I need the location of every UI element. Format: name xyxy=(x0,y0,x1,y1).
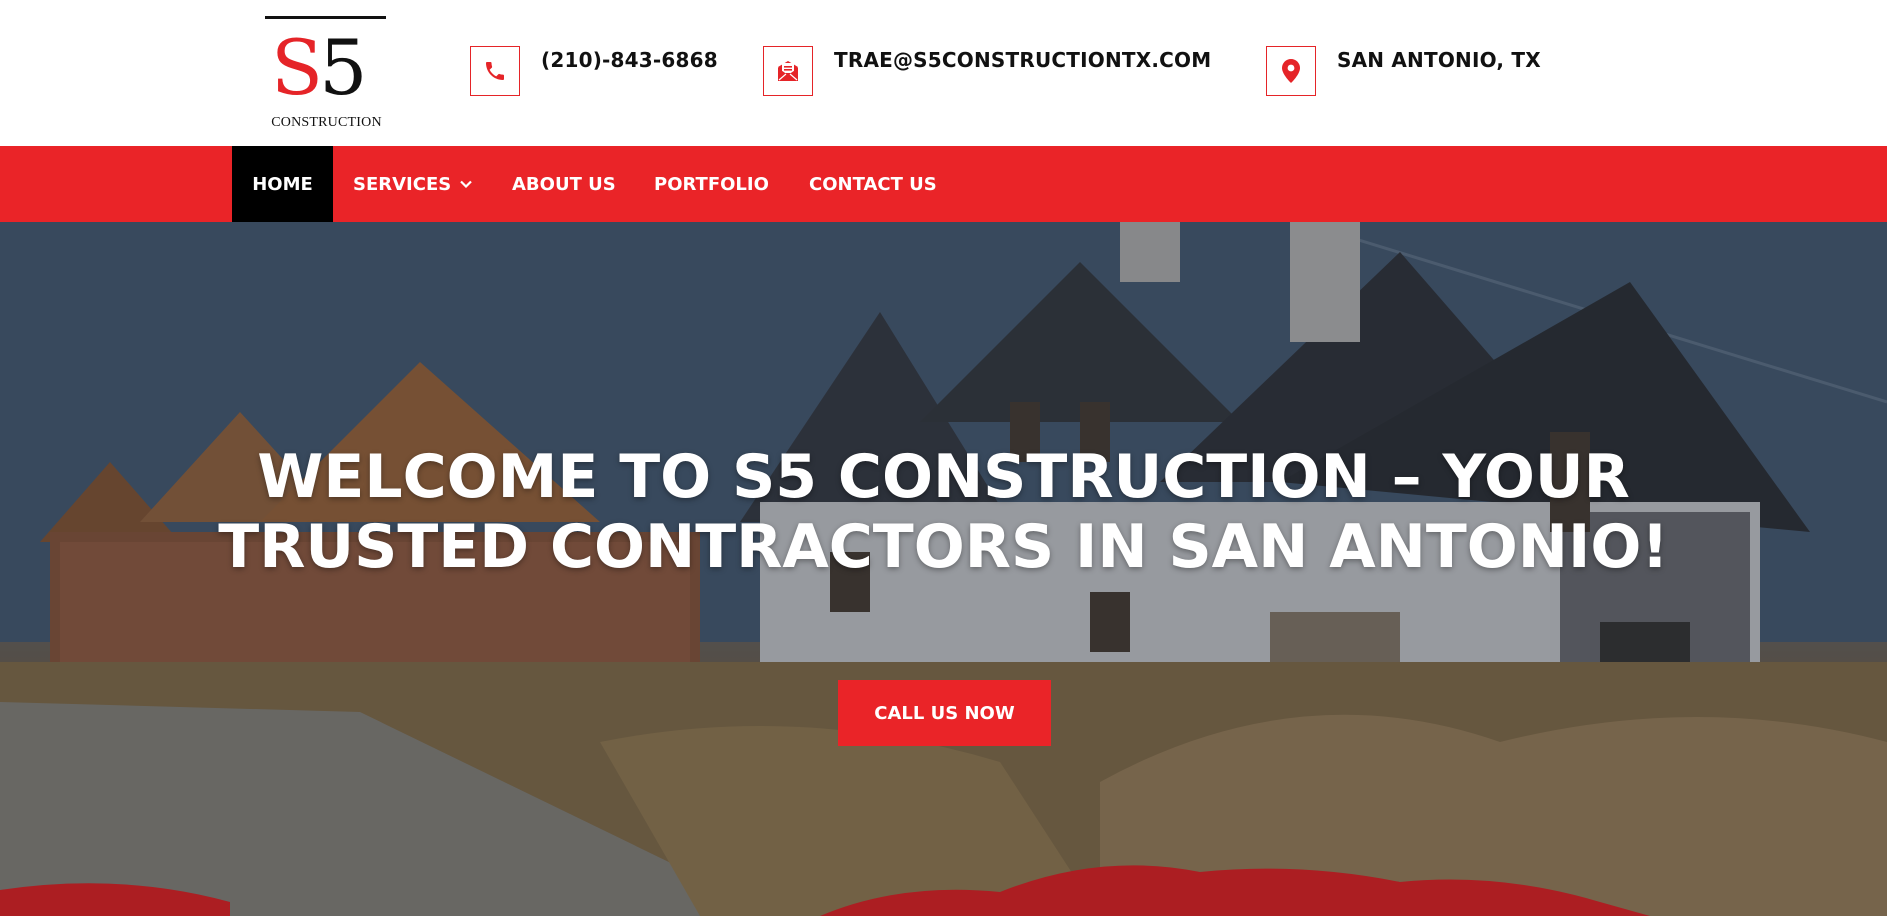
map-pin-icon xyxy=(1266,46,1316,96)
hero-title: WELCOME TO S5 CONSTRUCTION – YOUR TRUSTE… xyxy=(218,442,1669,582)
header-location-text: SAN ANTONIO, TX xyxy=(1337,48,1541,72)
logo-rule xyxy=(265,16,386,19)
logo-wordmark: CONSTRUCTION xyxy=(271,115,382,130)
logo-mark: S5 xyxy=(271,23,367,112)
header-phone-text: (210)-843-6868 xyxy=(541,48,718,72)
phone-icon xyxy=(470,46,520,96)
site-logo[interactable]: S5 CONSTRUCTION xyxy=(263,16,387,132)
top-header: S5 CONSTRUCTION (210)-843-6868 TRAE@S5CO… xyxy=(0,0,1887,146)
nav-item-label: ABOUT US xyxy=(512,173,616,195)
nav-item-label: SERVICES xyxy=(353,173,452,195)
nav-item-services[interactable]: SERVICES xyxy=(353,146,472,222)
nav-item-contact-us[interactable]: CONTACT US xyxy=(809,146,937,222)
call-us-now-button[interactable]: CALL US NOW xyxy=(838,680,1051,746)
nav-item-label: CONTACT US xyxy=(809,173,937,195)
chevron-down-icon xyxy=(460,180,472,188)
nav-item-about-us[interactable]: ABOUT US xyxy=(512,146,616,222)
nav-item-home[interactable]: HOME xyxy=(232,146,333,222)
hero-section: WELCOME TO S5 CONSTRUCTION – YOUR TRUSTE… xyxy=(0,222,1887,916)
main-nav: HOME SERVICES ABOUT US PORTFOLIO CONTACT… xyxy=(0,146,1887,222)
nav-item-label: HOME xyxy=(252,173,313,195)
header-email-text: TRAE@S5CONSTRUCTIONTX.COM xyxy=(834,48,1212,72)
nav-item-label: PORTFOLIO xyxy=(654,173,769,195)
nav-item-portfolio[interactable]: PORTFOLIO xyxy=(654,146,769,222)
envelope-icon xyxy=(763,46,813,96)
